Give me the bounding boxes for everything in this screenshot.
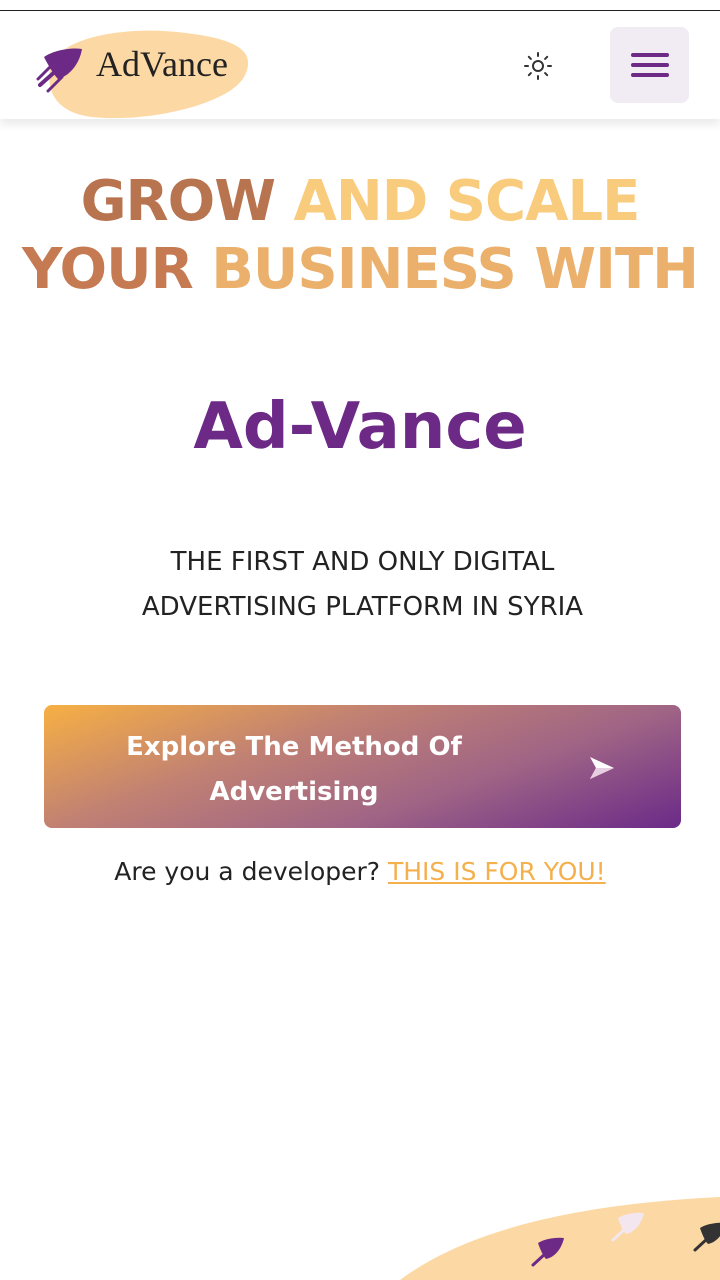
header: AdVance [0,11,720,119]
logo[interactable]: AdVance [36,29,256,119]
hero-title-and-scale: AND SCALE [293,169,641,234]
hero-title-line-1: GROW AND SCALE [0,168,720,236]
theme-toggle-button[interactable] [518,49,558,83]
developer-prompt: Are you a developer? THIS IS FOR YOU! [0,852,720,892]
page: AdVance GROW AND SCALE YOUR BUSINESS WIT… [0,0,720,1280]
hamburger-menu-icon [630,53,669,77]
hero-title-word-your: YOUR [21,237,194,302]
hero-title-line-2: YOUR BUSINESS WITH [0,236,720,304]
hero-brand-name: Ad-Vance [193,390,527,464]
developer-question: Are you a developer? [114,857,388,886]
menu-button[interactable] [610,27,689,103]
explore-advertising-button[interactable]: Explore The Method Of Advertising [44,705,681,828]
developer-link[interactable]: THIS IS FOR YOU! [388,857,606,886]
send-arrow-icon [590,757,614,779]
hero-title-word-grow: GROW [80,169,276,234]
hero-title: GROW AND SCALE YOUR BUSINESS WITH [0,168,720,304]
sun-icon [524,52,552,80]
brand-name-text: AdVance [96,44,228,84]
hero-title-business-with: BUSINESS WITH [211,237,699,302]
decorative-blob [400,1197,720,1280]
cta-label: Explore The Method Of Advertising [126,732,462,807]
rocket-icon [36,48,82,93]
hero-subtitle: THE FIRST AND ONLY DIGITAL ADVERTISING P… [141,547,584,622]
